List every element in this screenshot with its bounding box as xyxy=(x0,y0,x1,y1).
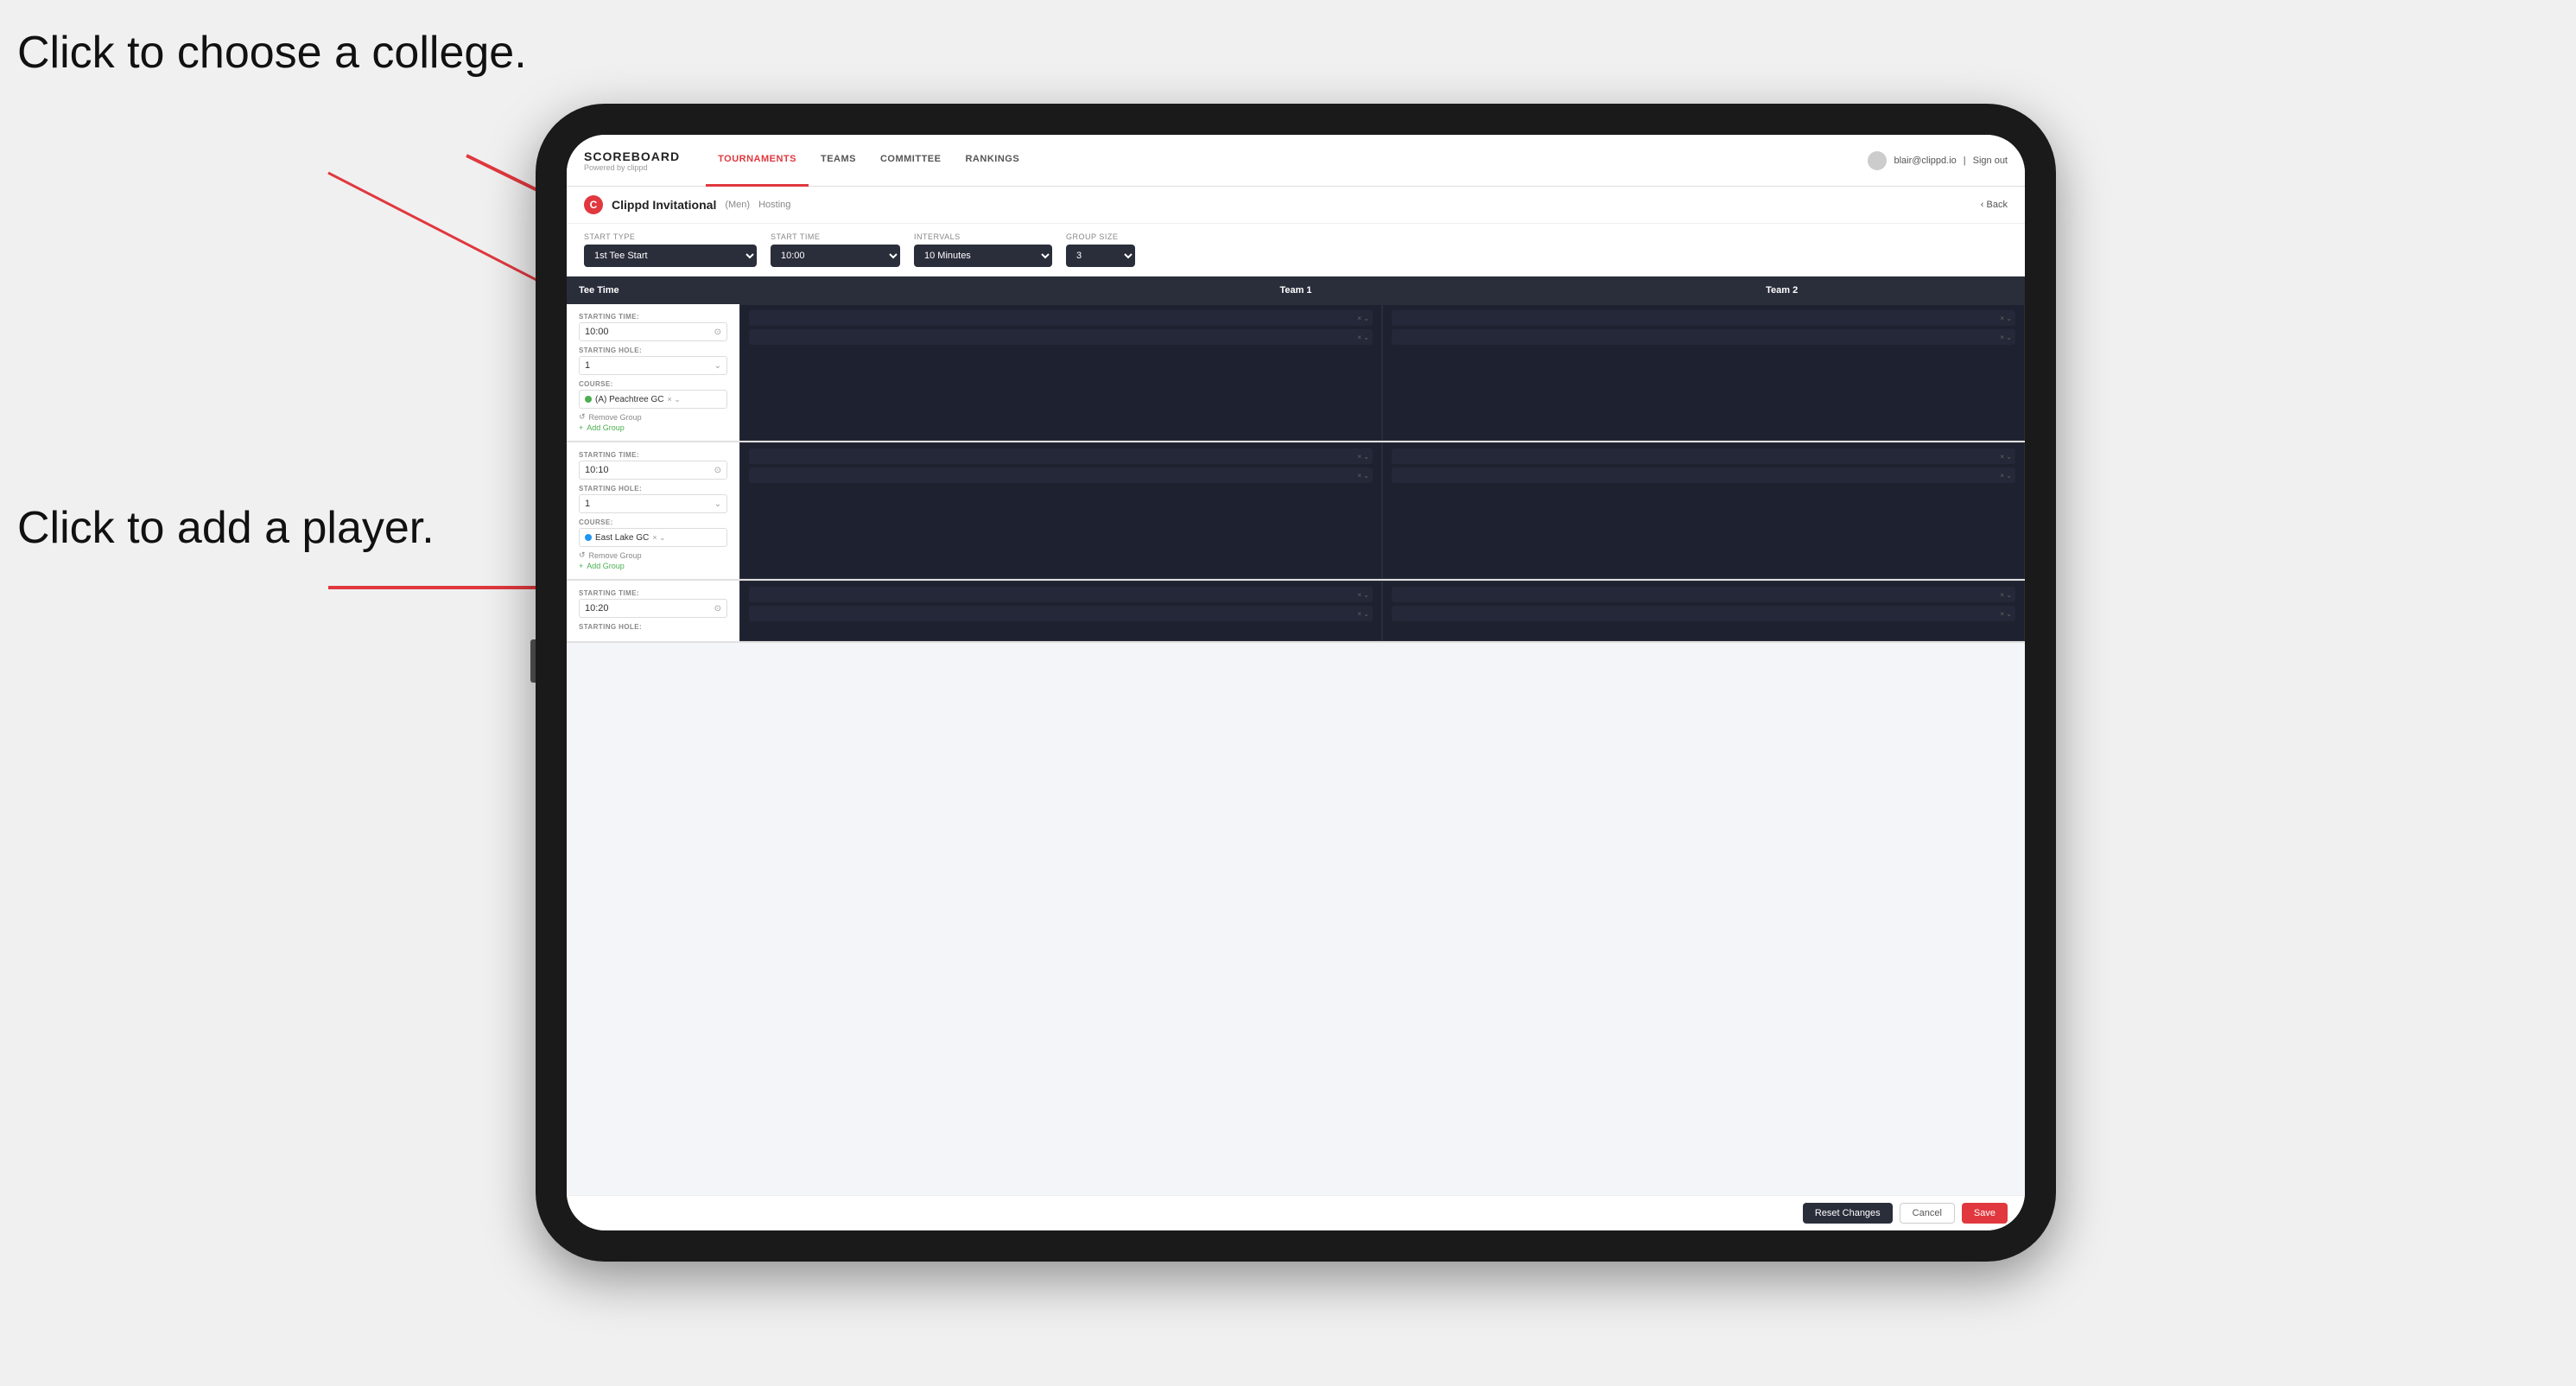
team1-cell-1: × ⌄ × ⌄ xyxy=(739,304,1382,441)
col-tee-time: Tee Time xyxy=(567,277,739,304)
sign-out-link[interactable]: Sign out xyxy=(1973,156,2008,166)
course-label-1: COURSE: xyxy=(579,380,727,388)
team2-cell-2: × ⌄ × ⌄ xyxy=(1382,442,2025,579)
brand-name: SCOREBOARD xyxy=(584,149,680,163)
start-time-group: Start Time 10:00 xyxy=(771,232,900,267)
starting-time-input-3[interactable]: 10:20 ⊙ xyxy=(579,599,727,618)
start-time-select[interactable]: 10:00 xyxy=(771,245,900,267)
annotation-choose-college: Click to choose a college. xyxy=(17,26,527,79)
team1-cell-3: × ⌄ × ⌄ xyxy=(739,581,1382,641)
course-label-2: COURSE: xyxy=(579,518,727,526)
user-email: blair@clippd.io xyxy=(1894,156,1956,166)
start-type-group: Start Type 1st Tee Start xyxy=(584,232,757,267)
page-subtitle-tag: (Men) xyxy=(725,200,750,210)
player-slot-4-2[interactable]: × ⌄ xyxy=(1392,467,2015,483)
starting-time-input-1[interactable]: 10:00 ⊙ xyxy=(579,322,727,341)
add-group-2[interactable]: +Add Group xyxy=(579,562,727,570)
save-button[interactable]: Save xyxy=(1962,1203,2008,1224)
player-slot-1-1[interactable]: × ⌄ xyxy=(749,310,1373,326)
start-time-label: Start Time xyxy=(771,232,900,241)
team1-cell-2: × ⌄ × ⌄ xyxy=(739,442,1382,579)
nav-link-tournaments[interactable]: TOURNAMENTS xyxy=(706,135,809,187)
group-row-2: STARTING TIME: 10:10 ⊙ STARTING HOLE: 1 … xyxy=(567,442,2025,581)
group-1-left: STARTING TIME: 10:00 ⊙ STARTING HOLE: 1 … xyxy=(567,304,739,441)
player-slot-3-1[interactable]: × ⌄ xyxy=(749,448,1373,464)
add-group-1[interactable]: +Add Group xyxy=(579,423,727,432)
page-title: Clippd Invitational xyxy=(612,198,716,212)
intervals-select[interactable]: 10 Minutes xyxy=(914,245,1052,267)
team2-cell-3: × ⌄ × ⌄ xyxy=(1382,581,2025,641)
player-slot-4-1[interactable]: × ⌄ xyxy=(1392,448,2015,464)
starting-time-label-2: STARTING TIME: xyxy=(579,451,727,459)
group-size-group: Group Size 3 xyxy=(1066,232,1135,267)
main-content: STARTING TIME: 10:00 ⊙ STARTING HOLE: 1 … xyxy=(567,304,2025,1195)
group-2-left: STARTING TIME: 10:10 ⊙ STARTING HOLE: 1 … xyxy=(567,442,739,579)
groups-container: STARTING TIME: 10:00 ⊙ STARTING HOLE: 1 … xyxy=(567,304,2025,1195)
tablet-screen: SCOREBOARD Powered by clippd TOURNAMENTS… xyxy=(567,135,2025,1230)
nav-right: blair@clippd.io | Sign out xyxy=(1868,151,2008,170)
clippd-icon: C xyxy=(584,195,603,214)
page-title-row: C Clippd Invitational (Men) Hosting xyxy=(584,195,790,214)
nav-link-teams[interactable]: TEAMS xyxy=(809,135,868,187)
page-header: C Clippd Invitational (Men) Hosting ‹ Ba… xyxy=(567,187,2025,224)
start-type-label: Start Type xyxy=(584,232,757,241)
cancel-button[interactable]: Cancel xyxy=(1900,1203,1955,1224)
course-input-2[interactable]: East Lake GC × ⌄ xyxy=(579,528,727,547)
group-row-3: STARTING TIME: 10:20 ⊙ STARTING HOLE: × … xyxy=(567,581,2025,643)
brand: SCOREBOARD Powered by clippd xyxy=(584,149,680,172)
separator: | xyxy=(1964,156,1966,166)
starting-time-input-2[interactable]: 10:10 ⊙ xyxy=(579,461,727,480)
intervals-label: Intervals xyxy=(914,232,1052,241)
starting-time-label-1: STARTING TIME: xyxy=(579,313,727,321)
controls-row: Start Type 1st Tee Start Start Time 10:0… xyxy=(567,224,2025,277)
group-size-select[interactable]: 3 xyxy=(1066,245,1135,267)
group-3-left: STARTING TIME: 10:20 ⊙ STARTING HOLE: xyxy=(567,581,739,641)
group-size-label: Group Size xyxy=(1066,232,1135,241)
table-header: Tee Time Team 1 Team 2 xyxy=(567,277,2025,304)
nav-links: TOURNAMENTS TEAMS COMMITTEE RANKINGS xyxy=(706,135,1868,187)
nav-bar: SCOREBOARD Powered by clippd TOURNAMENTS… xyxy=(567,135,2025,187)
course-dot-2 xyxy=(585,534,592,541)
starting-hole-input-2[interactable]: 1 ⌄ xyxy=(579,494,727,513)
player-slot-5-2[interactable]: × ⌄ xyxy=(749,606,1373,621)
player-slot-6-2[interactable]: × ⌄ xyxy=(1392,606,2015,621)
player-slot-5-1[interactable]: × ⌄ xyxy=(749,587,1373,602)
nav-link-committee[interactable]: COMMITTEE xyxy=(868,135,954,187)
player-slot-2-1[interactable]: × ⌄ xyxy=(1392,310,2015,326)
starting-time-label-3: STARTING TIME: xyxy=(579,589,727,597)
col-team2: Team 2 xyxy=(1539,277,2025,304)
player-slot-3-2[interactable]: × ⌄ xyxy=(749,467,1373,483)
starting-hole-label-3: STARTING HOLE: xyxy=(579,623,727,631)
start-type-select[interactable]: 1st Tee Start xyxy=(584,245,757,267)
starting-hole-label-2: STARTING HOLE: xyxy=(579,485,727,493)
remove-group-1[interactable]: ↺Remove Group xyxy=(579,412,727,422)
brand-powered: Powered by clippd xyxy=(584,163,680,172)
reset-button[interactable]: Reset Changes xyxy=(1803,1203,1893,1224)
player-slot-2-2[interactable]: × ⌄ xyxy=(1392,329,2015,345)
team2-cell-1: × ⌄ × ⌄ xyxy=(1382,304,2025,441)
back-button[interactable]: ‹ Back xyxy=(1981,200,2008,210)
course-dot-1 xyxy=(585,396,592,403)
avatar xyxy=(1868,151,1887,170)
footer-bar: Reset Changes Cancel Save xyxy=(567,1195,2025,1230)
tablet-shell: SCOREBOARD Powered by clippd TOURNAMENTS… xyxy=(536,104,2056,1262)
starting-hole-label-1: STARTING HOLE: xyxy=(579,346,727,354)
starting-hole-input-1[interactable]: 1 ⌄ xyxy=(579,356,727,375)
page-hosting: Hosting xyxy=(758,200,790,210)
intervals-group: Intervals 10 Minutes xyxy=(914,232,1052,267)
player-slot-1-2[interactable]: × ⌄ xyxy=(749,329,1373,345)
course-input-1[interactable]: (A) Peachtree GC × ⌄ xyxy=(579,390,727,409)
annotation-add-player: Click to add a player. xyxy=(17,501,435,555)
player-slot-6-1[interactable]: × ⌄ xyxy=(1392,587,2015,602)
remove-group-2[interactable]: ↺Remove Group xyxy=(579,550,727,560)
col-team1: Team 1 xyxy=(1053,277,1539,304)
group-row-1: STARTING TIME: 10:00 ⊙ STARTING HOLE: 1 … xyxy=(567,304,2025,442)
nav-link-rankings[interactable]: RANKINGS xyxy=(953,135,1031,187)
